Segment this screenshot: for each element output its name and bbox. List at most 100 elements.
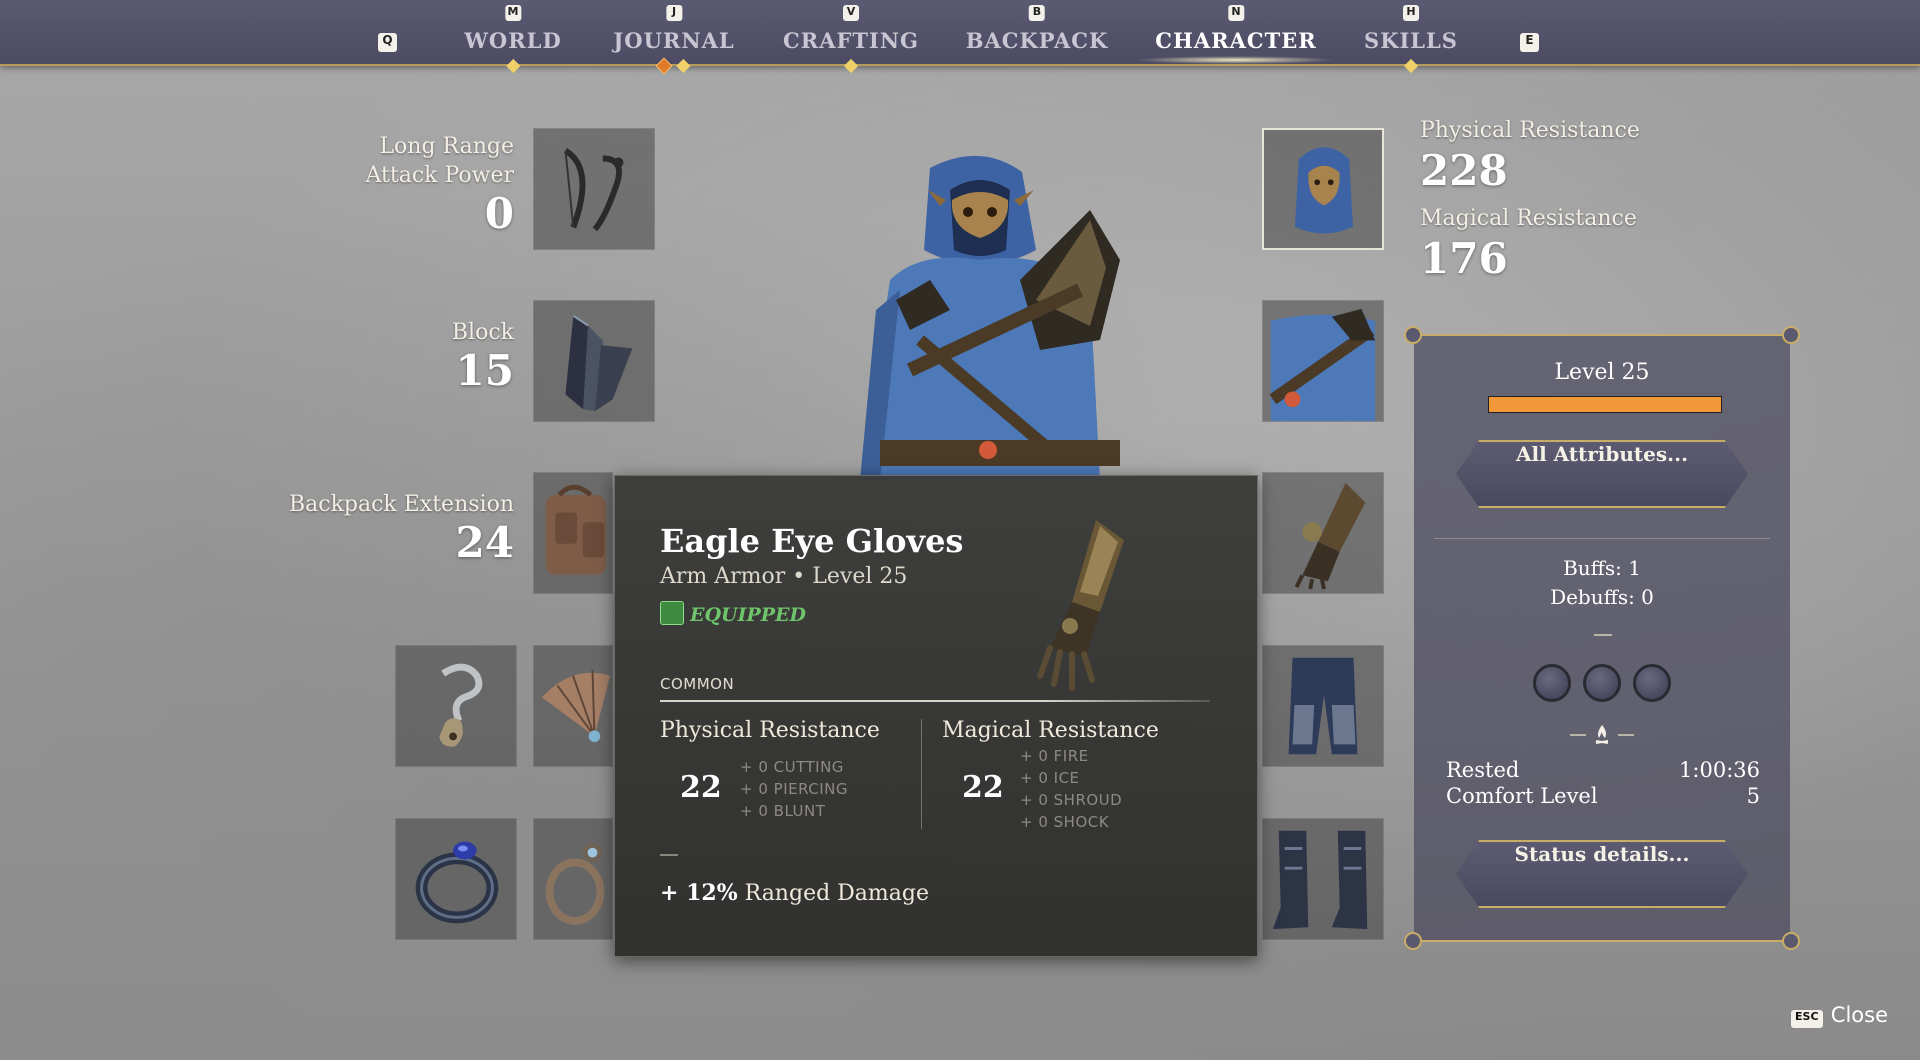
chest-slot[interactable] <box>1262 300 1384 422</box>
comfort-value: 5 <box>1746 784 1760 808</box>
notification-diamond-icon <box>1403 58 1419 74</box>
tab-label: JOURNAL <box>613 28 735 53</box>
xp-bar <box>1488 396 1722 413</box>
equipped-label: EQUIPPED <box>690 604 807 626</box>
buff-slot-icon[interactable] <box>1583 664 1621 702</box>
tab-character[interactable]: N CHARACTER <box>1155 0 1316 53</box>
ring-slot-2[interactable] <box>533 818 613 940</box>
tab-skills[interactable]: H SKILLS <box>1364 0 1458 74</box>
magical-resistance-label: Magical Resistance <box>942 718 1159 743</box>
stat-value: 24 <box>455 518 514 567</box>
subtype-line: + 0 SHROUD <box>1020 791 1123 809</box>
panel-frame-top <box>1406 334 1798 336</box>
tab-key: B <box>1029 5 1045 21</box>
sapphire-ring-icon <box>415 841 499 924</box>
top-navigation-bar: Q M WORLD J JOURNAL V CRAFTING B BACKPAC… <box>0 0 1920 75</box>
tab-label: CHARACTER <box>1155 28 1317 53</box>
equipped-status: EQUIPPED <box>660 601 806 626</box>
tab-label: WORLD <box>464 28 562 53</box>
stat-value: 176 <box>1420 234 1508 283</box>
glider-slot[interactable] <box>533 645 613 767</box>
stat-name: Block <box>451 320 514 345</box>
tab-key: V <box>842 5 859 21</box>
notification-diamond-icon <box>505 58 521 74</box>
ring-slot-1[interactable] <box>395 818 517 940</box>
subtype-line: + 0 CUTTING <box>740 758 844 776</box>
frame-node-icon <box>1782 326 1800 344</box>
shield-slot[interactable] <box>533 300 655 422</box>
equipped-shirt-icon <box>660 601 684 625</box>
glider-wing-icon <box>541 669 611 743</box>
prev-tab-key[interactable]: Q <box>378 33 397 52</box>
ranged-attack-stat: Long Range Attack Power 0 <box>366 132 514 238</box>
subtype-line: + 0 PIERCING <box>740 780 849 798</box>
notification-diamond-icon <box>843 58 859 74</box>
dash <box>660 854 678 856</box>
stat-name: Magical Resistance <box>1420 206 1637 231</box>
status-details-button[interactable]: Status details... <box>1456 840 1748 908</box>
amulet-slot[interactable] <box>395 645 517 767</box>
blade-shield-icon <box>565 314 633 412</box>
arms-slot[interactable] <box>1262 472 1384 594</box>
stat-name: Physical Resistance <box>1420 118 1640 143</box>
tab-backpack[interactable]: B BACKPACK <box>966 0 1109 53</box>
stat-value: 228 <box>1420 146 1508 195</box>
tab-world[interactable]: M WORLD <box>464 0 562 74</box>
glove-preview-icon <box>1037 520 1124 691</box>
stat-value: 15 <box>455 346 514 395</box>
level-label: Level 25 <box>1554 360 1650 385</box>
buff-slot-icon[interactable] <box>1533 664 1571 702</box>
rested-row: Rested 1:00:36 <box>1446 758 1760 782</box>
buffs-count: Buffs: 1 <box>1563 556 1641 580</box>
physical-subtypes: + 0 CUTTING + 0 PIERCING + 0 BLUNT <box>740 756 848 822</box>
rarity-rule <box>660 700 1210 702</box>
magical-resistance-stat: Magical Resistance 176 <box>1420 206 1637 283</box>
campfire-icon <box>1595 725 1609 744</box>
xp-bar-fill <box>1489 397 1721 412</box>
tab-key: H <box>1403 5 1419 21</box>
backpack-slot[interactable] <box>533 472 613 594</box>
hook-amulet-icon <box>439 663 483 747</box>
tab-key: M <box>505 5 521 21</box>
head-slot[interactable] <box>1262 128 1384 250</box>
physical-resistance-value: 22 <box>680 770 722 805</box>
next-tab-key[interactable]: E <box>1520 33 1539 52</box>
dash <box>1618 734 1634 736</box>
stat-name: Backpack Extension <box>288 492 514 517</box>
item-rarity: COMMON <box>660 675 735 693</box>
buff-slot-icon[interactable] <box>1633 664 1671 702</box>
frame-node-icon <box>1782 932 1800 950</box>
legs-slot[interactable] <box>1262 645 1384 767</box>
tab-key: J <box>666 5 682 21</box>
physical-resistance-stat: Physical Resistance 228 <box>1420 118 1640 195</box>
bow-slot[interactable] <box>533 128 655 250</box>
bonus-value: + 12% <box>660 880 738 906</box>
close-button[interactable]: ESC Close <box>1790 1003 1888 1028</box>
item-level: Level 25 <box>812 564 908 589</box>
stat-value: 0 <box>484 189 514 238</box>
subtype-line: + 0 ICE <box>1020 769 1080 787</box>
panel-frame-bottom <box>1406 940 1798 942</box>
all-attributes-button[interactable]: All Attributes... <box>1456 440 1748 508</box>
chest-armor-icon <box>1269 308 1376 421</box>
tab-key: N <box>1228 5 1244 21</box>
feet-slot[interactable] <box>1262 818 1384 940</box>
active-tab-glow <box>1135 56 1335 64</box>
tab-crafting[interactable]: V CRAFTING <box>783 0 919 74</box>
subtype-line: + 0 FIRE <box>1020 747 1089 765</box>
frame-node-icon <box>1404 932 1422 950</box>
tab-label: BACKPACK <box>965 28 1109 53</box>
close-label: Close <box>1830 1003 1888 1027</box>
gloves-icon <box>1294 482 1366 590</box>
bow-icon <box>563 148 624 232</box>
comfort-label: Comfort Level <box>1446 784 1598 808</box>
physical-resistance-label: Physical Resistance <box>660 718 880 743</box>
subtype-line: + 0 SHOCK <box>1020 813 1110 831</box>
bonus-label: Ranged Damage <box>744 881 929 906</box>
hood-mask-icon <box>1294 147 1353 234</box>
subtitle-separator: • <box>792 564 806 589</box>
tab-journal[interactable]: J JOURNAL <box>613 0 735 74</box>
block-stat: Block 15 <box>452 318 514 395</box>
gem-ring-icon <box>545 842 605 925</box>
magical-resistance-value: 22 <box>962 770 1004 805</box>
